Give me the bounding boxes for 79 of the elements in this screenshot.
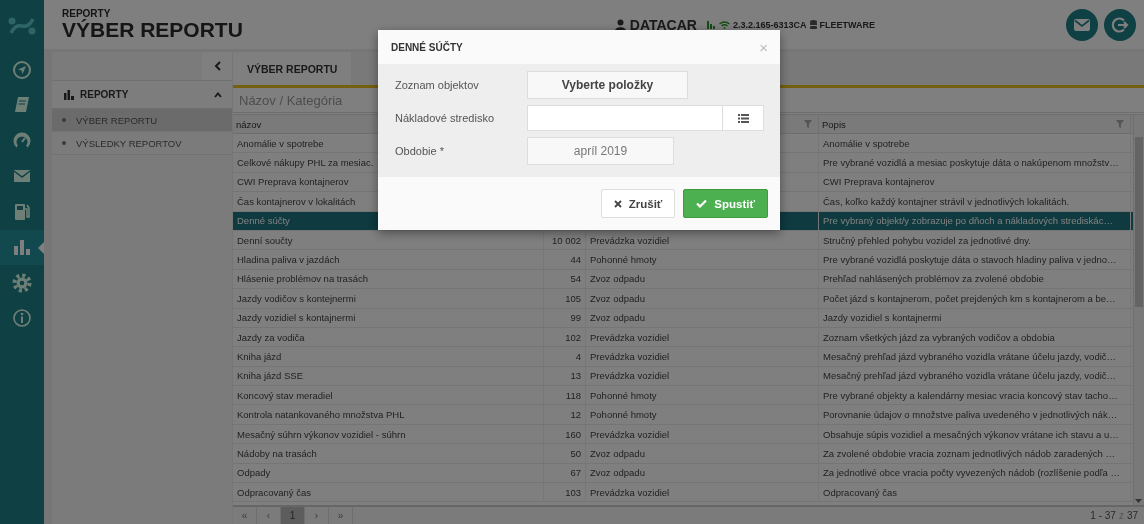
- table-cell: Čas kontajnerov v lokalitách: [237, 195, 356, 207]
- version-label: 2.3.2.165-6313CA: [732, 19, 807, 30]
- table-cell: Pre vybrané vozidlá a mesiac poskytuje dáta o nakúpenom množstv…: [823, 157, 1119, 169]
- section-label: REPORTY: [62, 8, 112, 19]
- table-cell: Denní součty: [237, 234, 293, 246]
- table-cell: Jazdy vodičov s kontejnermi: [237, 292, 356, 304]
- table-cell: Anomálie v spotrebe: [823, 137, 910, 149]
- table-cell: Kniha jázd SSE: [237, 370, 303, 382]
- table-cell: 54: [570, 273, 581, 285]
- table-cell: Mesačný prehľad jázd vybraného vozidla vrátane účelu jazdy, vodič…: [823, 351, 1117, 362]
- table-cell: Porovnanie údajov o množstve paliva uvedeného v jednotlivých nák…: [823, 409, 1118, 421]
- table-cell: Zoznam všetkých jázd za vybraných vodičov a obdobia: [823, 331, 1055, 343]
- table-cell: 160: [565, 428, 581, 440]
- table-cell: 118: [565, 389, 581, 401]
- table-cell: Pohonné hmoty: [590, 389, 657, 401]
- table-cell: Denné súčty: [237, 215, 290, 227]
- table-cell: Zvoz odpadu: [590, 467, 645, 479]
- table-cell: Prevádzka vozidiel: [590, 351, 670, 362]
- table-cell: Pre vybrané objekty a kalendárny mesiac vracia koncový stav tacho…: [823, 389, 1118, 401]
- table-cell: Zvoz odpadu: [590, 273, 645, 285]
- column-header: názov: [236, 118, 262, 130]
- page-title: VÝBER REPORTU: [62, 19, 243, 41]
- field-label: Obdobie *: [395, 145, 445, 157]
- table-cell: Pohonné hmoty: [590, 254, 657, 266]
- table-cell: Zvoz odpadu: [590, 447, 645, 459]
- table-cell: Stručný přehled pohybu vozidel za jednotlivé dny.: [823, 234, 1031, 246]
- column-header: Popis: [822, 118, 846, 130]
- table-cell: Koncový stav meradiel: [237, 389, 333, 401]
- table-cell: Pohonné hmoty: [590, 409, 657, 421]
- table-cell: Odpady: [237, 467, 271, 479]
- table-cell: Jazdy vozidiel s kontajnermi: [823, 312, 942, 324]
- table-cell: CWI Preprava kontajnerov: [823, 176, 935, 188]
- table-cell: Celkové nákupy PHL za mesiac.: [237, 157, 374, 169]
- table-cell: Hlásenie problémov na trasách: [237, 273, 368, 285]
- field-label: Nákladové stredisko: [395, 112, 496, 124]
- table-cell: Prevádzka vozidiel: [590, 486, 670, 498]
- table-cell: Prevádzka vozidiel: [590, 331, 670, 343]
- table-cell: Mesačný súhrn výkonov vozidiel - súhrn: [237, 428, 406, 440]
- table-cell: Počet jázd s kontajnerom, počet prejdených km s kontajnerom a be…: [823, 292, 1116, 304]
- table-cell: Kniha jázd: [237, 351, 282, 362]
- table-cell: Za zvolené obdobie vracia zoznam jednotlivých nádob zaradených …: [823, 447, 1116, 459]
- table-cell: Hladina paliva v jazdách: [237, 254, 340, 266]
- table-cell: 13: [570, 370, 581, 382]
- table-cell: Jazdy vozidiel s kontajnermi: [237, 312, 356, 324]
- table-cell: Pre vybrané vozidlá poskytuje dáta o stavoch hladiny paliva v jedno…: [823, 254, 1117, 266]
- table-cell: Obsahuje súpis vozidiel a mesačných výkonov vrátane ich stavu a u…: [823, 428, 1119, 440]
- table-cell: 105: [565, 292, 581, 304]
- table-cell: Jazdy za vodiča: [237, 331, 305, 343]
- table-cell: 102: [565, 331, 581, 343]
- page-range: 1 - 37: [1090, 510, 1116, 521]
- table-cell: 44: [570, 254, 581, 266]
- table-cell: Zvoz odpadu: [590, 292, 645, 304]
- field-label: Zoznam objektov: [395, 79, 480, 91]
- table-cell: Pre vybraný objekt/y zobrazuje po dňoch a nákladových strediskác…: [823, 215, 1113, 227]
- page-total: 37: [1126, 510, 1138, 521]
- database-label: FLEETWARE: [819, 19, 875, 30]
- table-cell: Za jednotlivé obce vracia počty vyvezených nádob (rozlíšenie podľa …: [823, 467, 1120, 479]
- table-cell: CWI Preprava kontajnerov: [237, 176, 349, 188]
- table-cell: Odpracovaný čas: [823, 486, 897, 498]
- table-cell: Kontrola natankovaného množstva PHL: [237, 409, 405, 421]
- table-cell: Anomálie v spotrebe: [237, 137, 324, 149]
- table-cell: Odpracovaný čas: [237, 486, 311, 498]
- table-cell: 67: [570, 467, 581, 479]
- table-cell: 10 002: [551, 234, 581, 246]
- table-cell: Zvoz odpadu: [590, 312, 645, 324]
- table-cell: Nádoby na trasách: [237, 447, 317, 459]
- table-cell: Prehľad nahlásených problémov za zvolené obdobie: [823, 273, 1044, 285]
- table-cell: 103: [565, 486, 581, 498]
- table-cell: 99: [570, 312, 581, 324]
- dialog-title: DENNÉ SÚČTY: [391, 41, 463, 53]
- table-cell: 4: [575, 351, 581, 362]
- table-cell: Čas, koľko každý kontajner strávil v jednotlivých lokalitách.: [823, 195, 1070, 207]
- table-cell: Prevádzka vozidiel: [590, 428, 670, 440]
- table-cell: Mesačný prehľad jázd vybraného vozidla vrátane účelu jazdy, vodič…: [823, 370, 1117, 382]
- table-cell: 12: [570, 409, 581, 421]
- table-cell: 50: [570, 447, 581, 459]
- user-name: DATACAR: [629, 16, 697, 33]
- table-cell: Prevádzka vozidiel: [590, 234, 670, 246]
- table-cell: Prevádzka vozidiel: [590, 370, 670, 382]
